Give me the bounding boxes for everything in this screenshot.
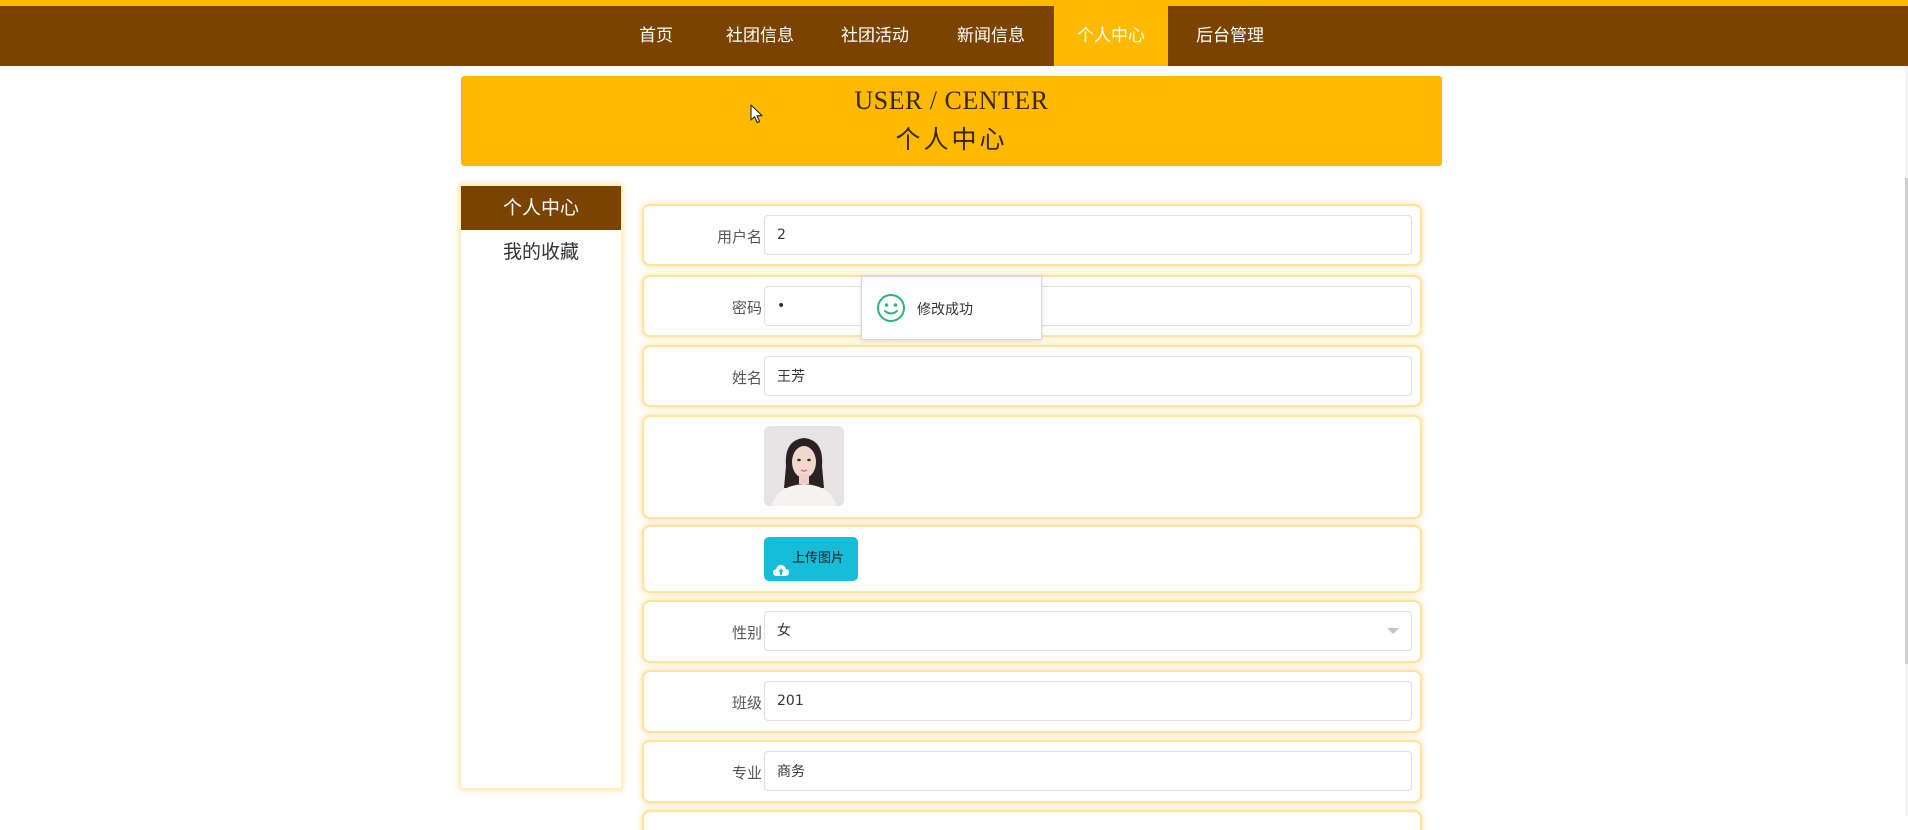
form-row-class: 班级 — [642, 670, 1422, 733]
form-row-major: 专业 — [642, 740, 1422, 803]
form-row-avatar — [642, 415, 1422, 519]
success-toast: 修改成功 — [861, 276, 1042, 340]
sidebar-item-personal-center[interactable]: 个人中心 — [461, 186, 621, 230]
upload-image-button[interactable]: 上传图片 — [764, 537, 858, 581]
gender-label: 性别 — [731, 624, 762, 642]
form-row-name: 姓名 — [642, 345, 1422, 407]
sidebar-item-favorites[interactable]: 我的收藏 — [461, 230, 621, 274]
banner-title-cn: 个人中心 — [895, 125, 1008, 154]
page-banner: USER / CENTER 个人中心 — [461, 76, 1442, 166]
form-row-username: 用户名 — [642, 204, 1422, 266]
nav-item-personal-center[interactable]: 个人中心 — [1054, 6, 1168, 66]
class-label: 班级 — [731, 694, 762, 712]
mouse-cursor-icon — [750, 104, 764, 128]
nav-item-admin[interactable]: 后台管理 — [1184, 6, 1276, 66]
username-label: 用户名 — [716, 228, 762, 246]
form-row-next — [642, 810, 1422, 830]
caret-down-icon — [1387, 628, 1399, 634]
gender-selected-value: 女 — [777, 623, 791, 639]
avatar-image — [764, 426, 844, 506]
nav-item-home[interactable]: 首页 — [618, 6, 694, 66]
form-row-upload: 上传图片 — [642, 525, 1422, 593]
name-label: 姓名 — [731, 369, 762, 387]
username-input[interactable] — [764, 215, 1412, 255]
major-label: 专业 — [731, 764, 762, 782]
nav-item-club-activities[interactable]: 社团活动 — [829, 6, 921, 66]
upload-button-label: 上传图片 — [792, 551, 845, 566]
class-input[interactable] — [764, 681, 1412, 721]
name-input[interactable] — [764, 356, 1412, 396]
nav-item-club-info[interactable]: 社团信息 — [714, 6, 806, 66]
gender-select[interactable]: 女 — [764, 611, 1412, 651]
smile-success-icon — [876, 293, 906, 327]
major-input[interactable] — [764, 751, 1412, 791]
toast-message: 修改成功 — [917, 302, 973, 318]
sidebar: 个人中心 我的收藏 — [461, 186, 621, 788]
banner-title-en: USER / CENTER — [854, 86, 1049, 115]
password-label: 密码 — [731, 299, 762, 317]
nav-item-news[interactable]: 新闻信息 — [945, 6, 1037, 66]
form-row-gender: 性别 女 — [642, 600, 1422, 663]
cloud-upload-icon — [773, 552, 789, 596]
top-navbar: 首页 社团信息 社团活动 新闻信息 个人中心 后台管理 — [0, 6, 1908, 66]
